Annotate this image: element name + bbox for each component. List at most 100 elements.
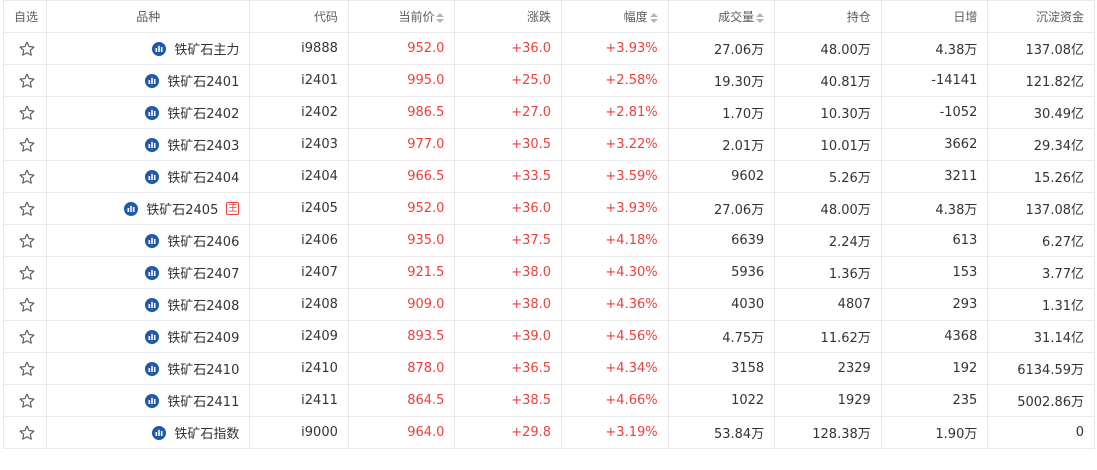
- table-row[interactable]: 铁矿石2405 主 i2405 952.0 +36.0 +3.93% 27.06万 48.00…: [2, 192, 1095, 225]
- favorite-cell[interactable]: [2, 320, 48, 353]
- price-cell: 893.5: [347, 320, 456, 353]
- header-volume[interactable]: 成交量: [667, 0, 776, 33]
- table-row[interactable]: 铁矿石2407 i2407 921.5 +38.0 +4.30% 5936 1.36万 153…: [2, 256, 1095, 289]
- contract-name[interactable]: 铁矿石2407: [167, 267, 239, 282]
- bar-chart-icon[interactable]: [145, 329, 160, 344]
- header-daily-change: 日增: [880, 0, 989, 33]
- contract-name[interactable]: 铁矿石指数: [174, 427, 239, 442]
- contract-name[interactable]: 铁矿石2409: [167, 331, 239, 346]
- bar-chart-icon[interactable]: [152, 41, 167, 56]
- daily-change-cell: 4368: [880, 320, 989, 353]
- open-interest-cell: 1.36万: [774, 256, 882, 289]
- table-row[interactable]: 铁矿石2406 i2406 935.0 +37.5 +4.18% 6639 2.24万 613…: [2, 224, 1095, 257]
- favorite-cell[interactable]: [2, 192, 48, 225]
- bar-chart-icon[interactable]: [145, 233, 160, 248]
- contract-name[interactable]: 铁矿石2401: [167, 75, 239, 90]
- code-cell: i9888: [249, 32, 349, 65]
- table-row[interactable]: 铁矿石2401 i2401 995.0 +25.0 +2.58% 19.30万 40.81万…: [2, 64, 1095, 97]
- favorite-cell[interactable]: [2, 224, 48, 257]
- pct-cell: +4.36%: [561, 288, 669, 321]
- contract-name[interactable]: 铁矿石2411: [167, 395, 239, 410]
- table-row[interactable]: 铁矿石2408 i2408 909.0 +38.0 +4.36% 4030 4807 293 1…: [2, 288, 1095, 321]
- bar-chart-icon[interactable]: [145, 265, 160, 280]
- bar-chart-icon[interactable]: [145, 297, 160, 312]
- header-code: 代码: [249, 0, 349, 33]
- bar-chart-icon[interactable]: [152, 425, 167, 440]
- name-cell[interactable]: 铁矿石指数: [46, 416, 251, 449]
- name-cell[interactable]: 铁矿石2404: [46, 160, 251, 193]
- name-cell[interactable]: 铁矿石2405 主: [46, 192, 251, 225]
- favorite-cell[interactable]: [2, 160, 48, 193]
- star-icon[interactable]: [18, 328, 36, 346]
- name-cell[interactable]: 铁矿石2411: [46, 384, 251, 417]
- star-icon[interactable]: [18, 424, 36, 442]
- sort-updown-icon[interactable]: [649, 12, 658, 24]
- contract-name[interactable]: 铁矿石2402: [167, 107, 239, 122]
- table-row[interactable]: 铁矿石主力 i9888 952.0 +36.0 +3.93% 27.06万 48.00万 4.…: [2, 32, 1095, 65]
- table-row[interactable]: 铁矿石2402 i2402 986.5 +27.0 +2.81% 1.70万 10.30万 -…: [2, 96, 1095, 129]
- star-icon[interactable]: [18, 296, 36, 314]
- contract-name[interactable]: 铁矿石2403: [167, 139, 239, 154]
- name-cell[interactable]: 铁矿石主力: [46, 32, 251, 65]
- star-icon[interactable]: [18, 72, 36, 90]
- favorite-cell[interactable]: [2, 256, 48, 289]
- star-icon[interactable]: [18, 136, 36, 154]
- contract-name[interactable]: 铁矿石主力: [174, 43, 239, 58]
- favorite-cell[interactable]: [2, 96, 48, 129]
- sort-updown-icon[interactable]: [756, 12, 765, 24]
- favorite-cell[interactable]: [2, 352, 48, 385]
- name-cell[interactable]: 铁矿石2409: [46, 320, 251, 353]
- contract-name[interactable]: 铁矿石2410: [167, 363, 239, 378]
- star-icon[interactable]: [18, 360, 36, 378]
- contract-name[interactable]: 铁矿石2408: [167, 299, 239, 314]
- name-cell[interactable]: 铁矿石2401: [46, 64, 251, 97]
- header-pct-label: 幅度: [623, 10, 648, 24]
- bar-chart-icon[interactable]: [145, 105, 160, 120]
- header-price[interactable]: 当前价: [347, 0, 456, 33]
- star-icon[interactable]: [18, 392, 36, 410]
- star-icon[interactable]: [18, 168, 36, 186]
- daily-change-cell: 153: [880, 256, 989, 289]
- header-pct[interactable]: 幅度: [561, 0, 669, 33]
- name-cell[interactable]: 铁矿石2406: [46, 224, 251, 257]
- open-interest-cell: 4807: [774, 288, 882, 321]
- name-cell[interactable]: 铁矿石2403: [46, 128, 251, 161]
- star-icon[interactable]: [18, 40, 36, 58]
- name-cell[interactable]: 铁矿石2407: [46, 256, 251, 289]
- bar-chart-icon[interactable]: [145, 393, 160, 408]
- favorite-cell[interactable]: [2, 64, 48, 97]
- bar-chart-icon[interactable]: [145, 137, 160, 152]
- bar-chart-icon[interactable]: [124, 201, 139, 216]
- table-row[interactable]: 铁矿石指数 i9000 964.0 +29.8 +3.19% 53.84万 128.38万 1…: [2, 416, 1095, 449]
- star-icon[interactable]: [18, 232, 36, 250]
- star-icon[interactable]: [18, 264, 36, 282]
- bar-chart-icon[interactable]: [145, 73, 160, 88]
- table-row[interactable]: 铁矿石2403 i2403 977.0 +30.5 +3.22% 2.01万 10.01万 3…: [2, 128, 1095, 161]
- star-icon[interactable]: [18, 200, 36, 218]
- bar-chart-icon[interactable]: [145, 361, 160, 376]
- name-cell[interactable]: 铁矿石2402: [46, 96, 251, 129]
- header-change: 涨跌: [454, 0, 563, 33]
- code-cell: i2404: [249, 160, 349, 193]
- favorite-cell[interactable]: [2, 288, 48, 321]
- favorite-cell[interactable]: [2, 384, 48, 417]
- name-cell[interactable]: 铁矿石2408: [46, 288, 251, 321]
- table-row[interactable]: 铁矿石2410 i2410 878.0 +36.5 +4.34% 3158 2329 192 6…: [2, 352, 1095, 385]
- sort-updown-icon[interactable]: [436, 12, 445, 24]
- table-row[interactable]: 铁矿石2404 i2404 966.5 +33.5 +3.59% 9602 5.26万 321…: [2, 160, 1095, 193]
- contract-name[interactable]: 铁矿石2406: [167, 235, 239, 250]
- futures-quote-table: 自选 品种 代码 当前价 涨跌 幅度 成交量 持仓 日增 沉淀资金 铁矿石主力 i…: [2, 0, 1095, 449]
- name-cell[interactable]: 铁矿石2410: [46, 352, 251, 385]
- contract-name[interactable]: 铁矿石2405: [146, 203, 218, 218]
- code-cell: i2401: [249, 64, 349, 97]
- favorite-cell[interactable]: [2, 32, 48, 65]
- star-icon[interactable]: [18, 104, 36, 122]
- favorite-cell[interactable]: [2, 128, 48, 161]
- table-row[interactable]: 铁矿石2409 i2409 893.5 +39.0 +4.56% 4.75万 11.62万 4…: [2, 320, 1095, 353]
- table-row[interactable]: 铁矿石2411 i2411 864.5 +38.5 +4.66% 1022 1929 235 5…: [2, 384, 1095, 417]
- favorite-cell[interactable]: [2, 416, 48, 449]
- bar-chart-icon[interactable]: [145, 169, 160, 184]
- price-cell: 952.0: [347, 192, 456, 225]
- contract-name[interactable]: 铁矿石2404: [167, 171, 239, 186]
- volume-cell: 6639: [667, 224, 776, 257]
